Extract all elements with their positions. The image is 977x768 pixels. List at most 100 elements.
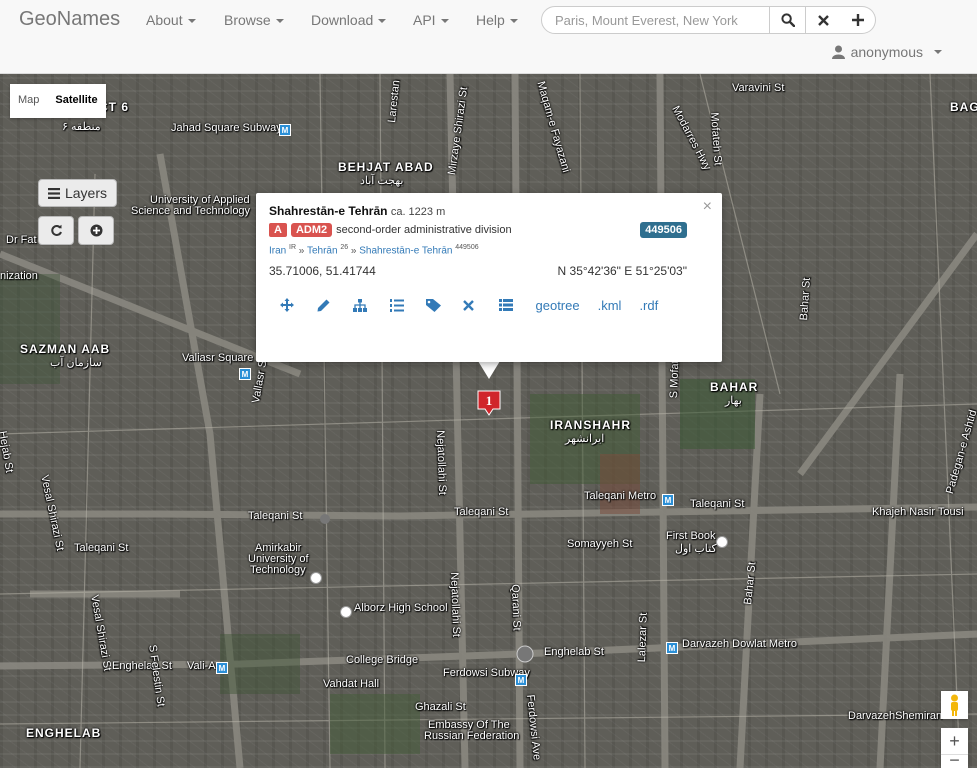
map-label: DarvazehShemiran — [848, 710, 943, 722]
map-label: Lalezar St — [636, 612, 650, 663]
caret-down-icon — [275, 19, 284, 24]
map-type-toggle: Map Satellite — [10, 84, 106, 118]
map-marker[interactable]: 1 — [477, 390, 501, 416]
zoom-out-button[interactable]: − — [941, 755, 968, 768]
feature-description: second-order administrative division — [336, 224, 512, 236]
map-type-satellite[interactable]: Satellite — [47, 84, 105, 118]
map-label: Jahad Square Subway — [171, 122, 282, 134]
map-label: First Book — [666, 530, 716, 542]
hierarchy-button[interactable] — [353, 296, 390, 314]
delete-button[interactable] — [462, 296, 500, 314]
breadcrumb-link[interactable]: Shahrestān-e Tehrān — [359, 245, 452, 256]
university-icon — [310, 572, 322, 584]
metro-icon: M — [239, 368, 251, 380]
metro-icon: M — [279, 124, 291, 136]
metro-icon: M — [666, 642, 678, 654]
nav-browse-label: Browse — [224, 12, 271, 28]
geotree-link[interactable]: geotree — [536, 298, 580, 313]
breadcrumb: Iran IR » Tehrān 26 » Shahrestān-e Tehrā… — [269, 244, 479, 256]
map-label: بهار — [725, 395, 742, 407]
map-label: منطقه ۶ — [62, 121, 101, 133]
map-label: ایرانشهر — [565, 433, 605, 445]
username: anonymous — [850, 44, 923, 60]
list-ol-icon — [389, 298, 404, 312]
add-location-button[interactable] — [78, 216, 114, 245]
rdf-link[interactable]: .rdf — [639, 298, 658, 313]
plus-circle-icon — [90, 224, 102, 237]
nav-browse[interactable]: Browse — [224, 12, 284, 28]
map-label: Nejatollahi St — [448, 572, 463, 638]
refresh-icon — [50, 224, 62, 236]
street-view-button[interactable] — [941, 691, 968, 719]
map-label: SAZMAN AAB — [20, 342, 111, 356]
nav-help-label: Help — [476, 12, 505, 28]
marker-label: 1 — [485, 393, 493, 408]
zoom-in-button[interactable]: + — [941, 728, 968, 755]
tag-icon — [426, 298, 441, 312]
school-icon — [340, 606, 352, 618]
popup-tail — [478, 361, 500, 379]
map-label: Taleqani St — [454, 506, 509, 518]
map-label: Somayyeh St — [567, 538, 633, 550]
tags-button[interactable] — [426, 296, 463, 314]
breadcrumb-separator: » — [350, 245, 357, 257]
map-label: Taleqani St — [248, 510, 303, 522]
kml-link[interactable]: .kml — [598, 298, 622, 313]
nav-about[interactable]: About — [146, 12, 196, 28]
move-button[interactable] — [280, 296, 317, 314]
map-type-map[interactable]: Map — [10, 84, 47, 118]
popup-title-row: Shahrestān-e Tehrān ca. 1223 m — [269, 204, 445, 218]
map-label: Khajeh Nasir Tousi — [872, 506, 964, 518]
map-label: Taleqani St — [690, 498, 745, 510]
place-popup: × Shahrestān-e Tehrān ca. 1223 m A ADM2 … — [256, 193, 722, 362]
map-label: Qarani St — [509, 584, 523, 631]
layers-button[interactable]: Layers — [38, 179, 117, 207]
breadcrumb-code: IR — [289, 244, 297, 251]
map-label: Taleqani Metro — [584, 490, 657, 502]
metro-icon: M — [515, 674, 527, 686]
popup-close-button[interactable]: × — [703, 198, 712, 216]
map-label: بهجت آباد — [360, 175, 404, 187]
nav-download-label: Download — [311, 12, 374, 28]
decimal-coordinates: 35.71006, 51.41744 — [269, 264, 376, 278]
plus-icon — [851, 14, 864, 26]
refresh-button[interactable] — [38, 216, 74, 245]
nav-api[interactable]: API — [413, 12, 449, 28]
map-label: nization — [0, 270, 38, 282]
nav-help[interactable]: Help — [476, 12, 518, 28]
map-label: Enghelab St — [112, 660, 172, 672]
clear-search-button[interactable] — [806, 6, 842, 34]
list-icon — [499, 299, 513, 311]
map-label: ENGHELAB — [26, 726, 102, 740]
breadcrumb-link[interactable]: Iran — [269, 245, 286, 256]
map-label: Technology — [250, 564, 306, 576]
brand-logo[interactable]: GeoNames — [19, 8, 120, 31]
pencil-icon — [317, 299, 329, 311]
caret-down-icon — [378, 19, 387, 24]
zoom-control: + − — [941, 728, 968, 768]
caret-down-icon — [187, 19, 196, 24]
close-icon — [818, 14, 829, 26]
satellite-map[interactable]: Varavini St Jahad Square Subway M BEHJAT… — [0, 74, 977, 768]
breadcrumb-separator: » — [298, 245, 305, 257]
map-label: Varavini St — [732, 82, 785, 94]
map-label: Enghelab St — [544, 646, 604, 658]
nav-api-label: API — [413, 12, 436, 28]
search-button[interactable] — [770, 6, 806, 34]
dms-coordinates: N 35°42'36" E 51°25'03" — [557, 264, 687, 278]
breadcrumb-link[interactable]: Tehrān — [307, 245, 338, 256]
add-button[interactable] — [840, 6, 876, 34]
map-label: College Bridge — [346, 654, 419, 666]
list-icon — [47, 187, 60, 199]
feature-code-badge: ADM2 — [290, 223, 333, 237]
ordered-list-button[interactable] — [389, 296, 427, 314]
nav-about-label: About — [146, 12, 183, 28]
map-label: کتاب اول — [675, 543, 717, 555]
user-menu[interactable]: anonymous — [831, 44, 942, 60]
caret-down-icon — [440, 19, 449, 24]
list-button[interactable] — [499, 296, 536, 314]
search-input[interactable] — [541, 6, 770, 34]
edit-button[interactable] — [317, 296, 354, 314]
map-label: سازمان آب — [50, 357, 102, 369]
nav-download[interactable]: Download — [311, 12, 387, 28]
